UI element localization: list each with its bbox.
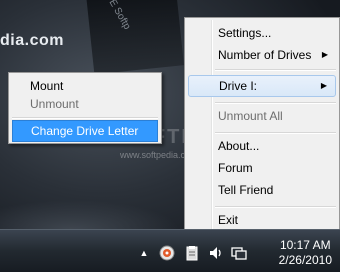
tray-context-menu: Settings... Number of Drives ▶ Drive I: … — [184, 17, 340, 235]
menu-item-label: Settings... — [218, 26, 272, 40]
menu-item-label: Number of Drives — [218, 48, 312, 62]
menu-item-label: Mount — [30, 79, 64, 93]
submenu-arrow-icon: ▶ — [320, 81, 327, 90]
submenu-arrow-icon: ▶ — [321, 50, 328, 59]
background-stripe — [86, 0, 184, 75]
clock-date: 2/26/2010 — [278, 253, 332, 267]
menu-separator — [12, 117, 158, 119]
show-hidden-icons-button[interactable]: ▲ — [136, 245, 152, 261]
menu-item-number-of-drives[interactable]: Number of Drives ▶ — [188, 44, 336, 66]
menu-separator — [215, 102, 336, 104]
menu-item-forum[interactable]: Forum — [188, 157, 336, 179]
menu-item-label: Forum — [218, 161, 253, 175]
menu-item-about[interactable]: About... — [188, 135, 336, 157]
taskbar: ▲ 10:17 AM 2/26/2010 — [0, 229, 340, 272]
menu-item-unmount[interactable]: Unmount — [12, 93, 158, 115]
menu-item-label: Unmount — [30, 97, 79, 111]
menu-item-label: Exit — [218, 213, 239, 227]
menu-separator — [215, 206, 336, 208]
background-site-text: dia.com — [0, 32, 64, 49]
menu-item-label: Unmount All — [218, 109, 283, 123]
volume-icon[interactable] — [208, 245, 224, 261]
menu-separator — [215, 132, 336, 134]
clock-time: 10:17 AM — [279, 238, 331, 252]
menu-item-tell-friend[interactable]: Tell Friend — [188, 179, 336, 201]
clipboard-icon[interactable] — [184, 245, 200, 261]
menu-item-label: Change Drive Letter — [31, 124, 139, 138]
menu-separator — [215, 69, 336, 71]
menu-item-label: Drive I: — [219, 79, 258, 93]
menu-item-drive-i[interactable]: Drive I: ▶ — [188, 75, 336, 97]
menu-item-settings[interactable]: Settings... — [188, 22, 336, 44]
menu-item-exit[interactable]: Exit — [188, 209, 336, 231]
menu-item-label: About... — [218, 139, 260, 153]
drive-submenu: Mount Unmount Change Drive Letter — [8, 72, 162, 144]
menu-item-label: Tell Friend — [218, 183, 274, 197]
menu-item-change-drive-letter[interactable]: Change Drive Letter — [12, 120, 158, 142]
menu-item-unmount-all[interactable]: Unmount All — [188, 105, 336, 127]
taskbar-clock[interactable]: 10:17 AM 2/26/2010 — [279, 238, 332, 268]
network-icon[interactable] — [231, 245, 247, 261]
app-tray-icon[interactable] — [159, 245, 175, 261]
